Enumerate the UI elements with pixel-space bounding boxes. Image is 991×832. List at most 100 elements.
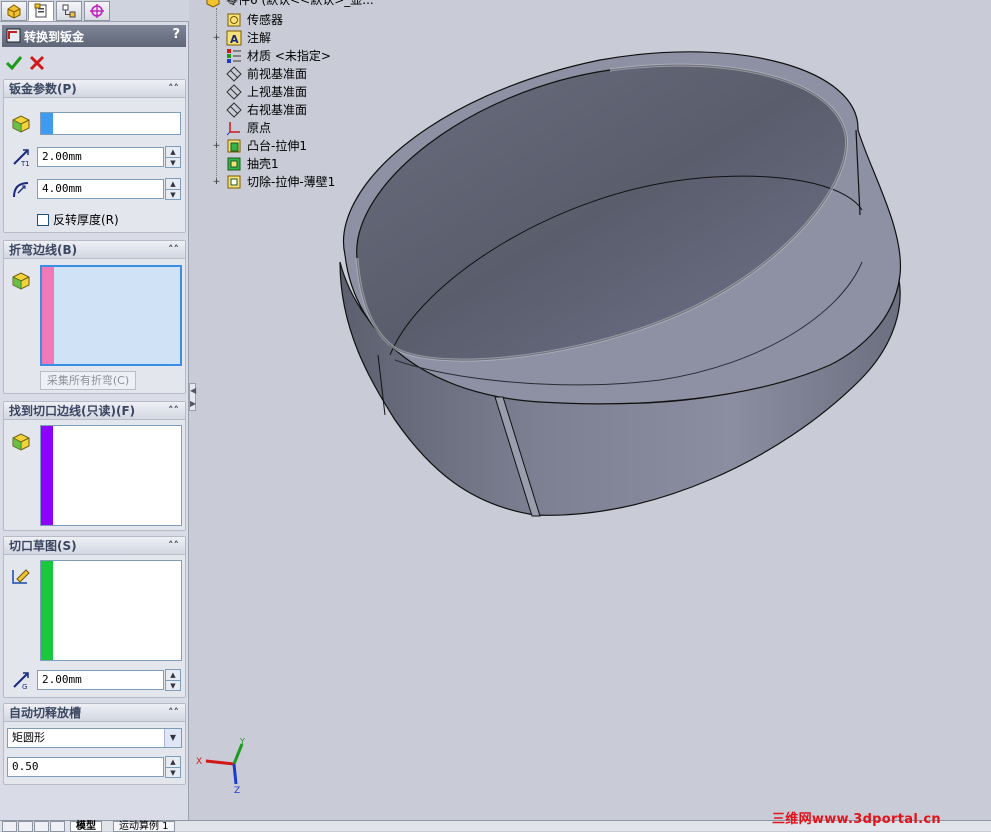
annotation-icon: A <box>226 30 242 46</box>
group-title: 自动切释放槽 <box>9 706 82 720</box>
material-icon <box>227 49 241 63</box>
expand-toggle-icon[interactable]: + <box>212 34 221 43</box>
last-tab-button[interactable] <box>50 821 65 832</box>
tab-motion-study[interactable]: 运动算例 1 <box>113 821 175 832</box>
collapse-chevron-icon[interactable]: ˄˄ <box>168 704 179 722</box>
relief-type-dropdown[interactable]: 矩圆形 ▼ <box>7 728 182 748</box>
tree-item-label: 切除-拉伸-薄壁1 <box>247 175 336 189</box>
tab-model[interactable]: 模型 <box>70 821 102 832</box>
tree-item-label: 凸台-拉伸1 <box>247 139 307 153</box>
bend-radius-input[interactable]: 4.00mm <box>37 179 164 199</box>
fixed-face-cube-icon <box>12 115 30 133</box>
rip-gap-input[interactable]: 2.00mm <box>37 670 164 690</box>
tree-item-label: 上视基准面 <box>247 85 308 99</box>
thickness-input[interactable]: 2.00mm <box>37 147 164 167</box>
bend-edges-header[interactable]: 折弯边线(B) ˄˄ <box>4 241 185 259</box>
sketch-pencil-icon <box>12 569 30 584</box>
relief-ratio-input[interactable]: 0.50 <box>7 757 164 777</box>
sensor-icon <box>227 13 241 27</box>
collapse-chevron-icon[interactable]: ˄˄ <box>168 241 179 259</box>
svg-text:T1: T1 <box>20 160 30 167</box>
origin-icon <box>226 122 240 136</box>
shell-icon <box>227 157 241 171</box>
chevron-down-icon[interactable]: ▼ <box>164 729 181 747</box>
tree-item-label: 原点 <box>247 121 272 135</box>
part-icon <box>206 0 220 8</box>
property-manager-tab[interactable] <box>28 1 54 21</box>
site-watermark: 三维网www.3dportal.cn <box>772 812 941 827</box>
bend-radius-icon <box>13 182 29 198</box>
rip-edges-group: 找到切口边线(只读)(F) ˄˄ <box>3 401 186 531</box>
tree-item-label: 右视基准面 <box>247 103 308 117</box>
fixed-face-selector[interactable] <box>40 112 181 135</box>
rip-gap-icon: G <box>13 672 29 690</box>
thickness-spinner[interactable]: ▲ ▼ <box>165 146 181 168</box>
collapse-chevron-icon[interactable]: ˄˄ <box>168 402 179 420</box>
bend-edges-selection-box[interactable] <box>40 265 182 366</box>
sheet-metal-params-group: 钣金参数(P) ˄˄ T1 2.00mm ▲ ▼ 4.00mm ▲ ▼ 反转厚度(R… <box>3 79 186 233</box>
prev-tab-button[interactable] <box>18 821 33 832</box>
reverse-thickness-checkbox[interactable] <box>37 214 49 226</box>
edge-cube-icon <box>12 272 30 290</box>
convert-to-sheet-metal-icon <box>6 28 21 43</box>
feature-manager-tree: 零件6 (默认<<默认>_显... 传感器 A 注解 + 材质 <未指定> 前视基准面 上视… <box>205 0 465 200</box>
triad-x-label: X <box>196 757 202 767</box>
rip-sketch-selection-box[interactable] <box>40 560 182 661</box>
selection-color-strip <box>41 426 53 525</box>
rip-gap-spinner[interactable]: ▲ ▼ <box>165 669 181 691</box>
edge-cube-icon <box>12 433 30 451</box>
tree-item-label: 传感器 <box>247 13 284 27</box>
plane-icon <box>226 102 242 118</box>
cut-extrude-icon <box>227 175 241 189</box>
bend-radius-spinner[interactable]: ▲ ▼ <box>165 178 181 200</box>
tree-item-label: 前视基准面 <box>247 67 308 81</box>
svg-text:G: G <box>22 683 27 690</box>
group-title: 钣金参数(P) <box>9 82 77 96</box>
triad-z-label: Z <box>234 786 240 796</box>
panel-splitter-handle[interactable]: ◀ ▶ <box>189 383 196 411</box>
auto-relief-group: 自动切释放槽 ˄˄ 矩圆形 ▼ 0.50 ▲ ▼ <box>3 703 186 785</box>
selection-color-strip <box>41 113 53 134</box>
dimxpert-manager-tab[interactable] <box>84 1 110 21</box>
configuration-manager-icon <box>62 4 76 18</box>
plane-icon <box>226 66 242 82</box>
cancel-x-icon[interactable] <box>28 54 46 72</box>
rip-sketch-header[interactable]: 切口草图(S) ˄˄ <box>4 537 185 555</box>
feature-manager-tab[interactable] <box>1 1 27 21</box>
rip-edges-selection-box[interactable] <box>40 425 182 526</box>
feature-manager-icon <box>7 4 21 19</box>
reverse-thickness-label: 反转厚度(R) <box>53 213 119 227</box>
sheet-metal-params-header[interactable]: 钣金参数(P) ˄˄ <box>4 80 185 98</box>
expand-toggle-icon[interactable]: + <box>212 142 221 151</box>
next-tab-button[interactable] <box>34 821 49 832</box>
dimxpert-manager-icon <box>90 4 104 18</box>
rip-edges-header[interactable]: 找到切口边线(只读)(F) ˄˄ <box>4 402 185 420</box>
relief-type-value: 矩圆形 <box>12 731 45 744</box>
group-title: 找到切口边线(只读)(F) <box>9 404 136 418</box>
collect-all-bends-button[interactable]: 采集所有折弯(C) <box>40 371 136 390</box>
thickness-icon: T1 <box>13 149 30 167</box>
property-manager-panel: 转换到钣金 ? 钣金参数(P) ˄˄ T1 2.00mm ▲ ▼ 4.00mm ▲… <box>0 0 189 820</box>
tree-item-label: 注解 <box>247 31 272 45</box>
collapse-chevron-icon[interactable]: ˄˄ <box>168 80 179 98</box>
relief-ratio-spinner[interactable]: ▲ ▼ <box>165 756 181 778</box>
collapse-chevron-icon[interactable]: ˄˄ <box>168 537 179 555</box>
expand-toggle-icon[interactable]: + <box>212 178 221 187</box>
svg-text:A: A <box>230 33 239 46</box>
tree-item-label: 抽壳1 <box>247 157 279 171</box>
first-tab-button[interactable] <box>2 821 17 832</box>
triad-y-label: Y <box>239 737 245 746</box>
ok-check-icon[interactable] <box>5 54 23 72</box>
group-title: 切口草图(S) <box>9 539 77 553</box>
help-button[interactable]: ? <box>172 27 180 42</box>
property-manager-icon <box>34 3 47 18</box>
rip-sketch-group: 切口草图(S) ˄˄ G 2.00mm ▲ ▼ <box>3 536 186 698</box>
auto-relief-header[interactable]: 自动切释放槽 ˄˄ <box>4 704 185 722</box>
selection-color-strip <box>41 561 53 660</box>
selection-color-strip <box>42 267 54 364</box>
configuration-manager-tab[interactable] <box>56 1 82 21</box>
extrude-icon <box>227 139 241 153</box>
page-title: 转换到钣金 <box>24 29 85 44</box>
coordinate-triad: X Y Z <box>196 737 245 796</box>
tree-item-label: 材质 <未指定> <box>247 49 331 63</box>
